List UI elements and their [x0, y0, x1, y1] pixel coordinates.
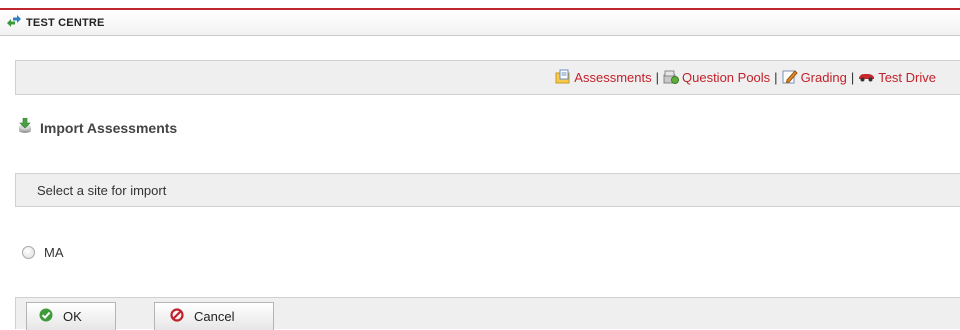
nav-link-question-pools[interactable]: Question Pools	[663, 69, 770, 87]
nav-link-test-drive[interactable]: Test Drive	[858, 70, 936, 85]
instruction-text: Select a site for import	[37, 182, 167, 198]
section-heading-label: Import Assessments	[40, 119, 178, 136]
folder-document-icon	[555, 69, 574, 87]
ok-button[interactable]: OK	[26, 302, 116, 330]
cancel-button-label: Cancel	[194, 309, 235, 324]
nav-link-grading[interactable]: Grading	[782, 69, 847, 87]
nav-separator: |	[850, 70, 855, 85]
instruction-bar: Select a site for import	[15, 173, 960, 207]
site-option-label: MA	[44, 245, 64, 260]
page-title: TEST CENTRE	[26, 16, 105, 29]
nav-label-grading: Grading	[800, 70, 847, 85]
section-heading: Import Assessments	[18, 117, 178, 137]
nav-separator: |	[774, 70, 778, 85]
cancel-button[interactable]: Cancel	[154, 302, 274, 330]
title-bar: TEST CENTRE	[0, 10, 960, 36]
database-icon	[663, 69, 682, 87]
pencil-edit-icon	[782, 69, 801, 87]
arrows-exchange-icon	[6, 14, 26, 32]
car-icon	[858, 70, 878, 85]
site-option[interactable]: MA	[22, 245, 64, 260]
nav-label-assessments: Assessments	[574, 70, 652, 85]
tool-nav-bar: Assessments | Question Pools | Grading |	[15, 60, 960, 95]
cancel-icon	[170, 308, 194, 325]
nav-label-test-drive: Test Drive	[878, 70, 936, 85]
ok-button-label: OK	[63, 309, 82, 324]
nav-separator: |	[655, 70, 659, 85]
site-radio-button[interactable]	[22, 246, 35, 259]
checkmark-icon	[39, 308, 63, 325]
nav-link-assessments[interactable]: Assessments	[555, 69, 652, 87]
import-download-icon	[18, 117, 40, 137]
nav-label-question-pools: Question Pools	[682, 70, 771, 85]
action-bar: OK Cancel	[15, 297, 960, 330]
